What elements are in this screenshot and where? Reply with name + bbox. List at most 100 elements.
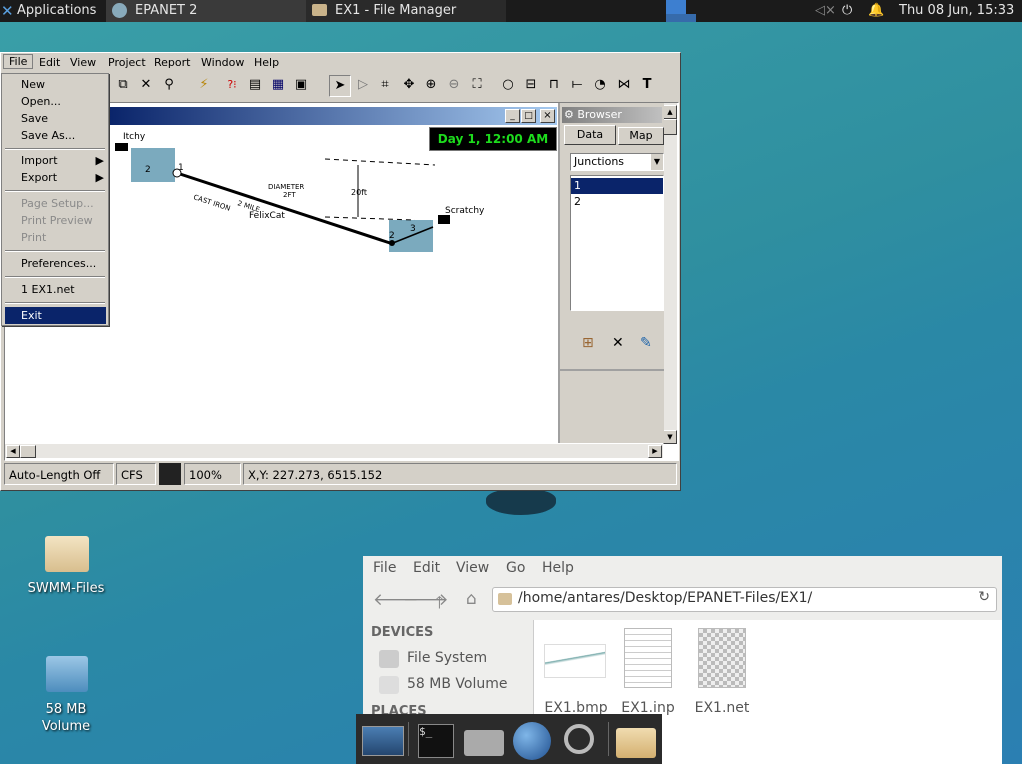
menu-item-import[interactable]: Import ▶ bbox=[5, 152, 106, 169]
search-magnifier-icon[interactable] bbox=[558, 720, 602, 760]
vertical-scrollbar[interactable]: ▲ ▼ bbox=[663, 103, 677, 444]
menu-item-save-as[interactable]: Save As... bbox=[5, 127, 106, 144]
options-icon[interactable]: ▣ bbox=[291, 75, 311, 95]
menu-project[interactable]: Project bbox=[108, 56, 146, 69]
select-vertex-icon[interactable]: ▷ bbox=[353, 75, 373, 95]
menu-item-save[interactable]: Save bbox=[5, 110, 106, 127]
menu-item-preferences[interactable]: Preferences... bbox=[5, 255, 106, 272]
menu-item-recent-file[interactable]: 1 EX1.net bbox=[5, 281, 106, 298]
add-object-icon[interactable]: ⊞ bbox=[582, 335, 594, 351]
delete-object-icon[interactable]: ✕ bbox=[612, 335, 624, 351]
workspace-switcher[interactable] bbox=[664, 0, 697, 22]
browser-tab-data[interactable]: Data bbox=[564, 125, 616, 145]
zoom-in-icon[interactable]: ⊕ bbox=[421, 75, 441, 95]
desktop-icon-volume[interactable]: 58 MB Volume bbox=[20, 652, 112, 736]
clock[interactable]: Thu 08 Jun, 15:33 bbox=[899, 0, 1014, 22]
select-region-icon[interactable]: ⌗ bbox=[375, 75, 395, 95]
hscroll-thumb[interactable] bbox=[20, 445, 36, 458]
folder-icon[interactable] bbox=[614, 720, 658, 760]
menu-item-print[interactable]: Print bbox=[5, 229, 106, 246]
add-pump-icon[interactable]: ◔ bbox=[590, 75, 610, 95]
add-reservoir-icon[interactable]: ⊟ bbox=[521, 75, 541, 95]
minimize-button[interactable]: _ bbox=[505, 109, 520, 123]
fm-menu-edit[interactable]: Edit bbox=[413, 556, 440, 580]
scroll-left-button[interactable]: ◀ bbox=[6, 445, 20, 458]
close-button[interactable]: × bbox=[540, 109, 555, 123]
terminal-icon[interactable]: $_ bbox=[414, 720, 458, 760]
fm-menu-file[interactable]: File bbox=[373, 556, 396, 580]
menu-item-print-preview[interactable]: Print Preview bbox=[5, 212, 106, 229]
copy-icon[interactable]: ⧉ bbox=[113, 75, 133, 95]
menu-item-open[interactable]: Open... bbox=[5, 93, 106, 110]
add-junction-icon[interactable]: ○ bbox=[498, 75, 518, 95]
menu-report[interactable]: Report bbox=[154, 56, 190, 69]
map-label-2ft: 2FT bbox=[283, 191, 296, 199]
find-binoculars-icon[interactable]: ⚲ bbox=[159, 75, 179, 95]
applications-menu[interactable]: ✕ Applications bbox=[0, 0, 106, 22]
menu-edit[interactable]: Edit bbox=[39, 56, 60, 69]
add-valve-icon[interactable]: ⋈ bbox=[614, 75, 634, 95]
sidebar-item-58mb-volume[interactable]: 58 MB Volume bbox=[379, 674, 529, 696]
file-item-ex1-bmp[interactable]: EX1.bmp bbox=[540, 626, 608, 716]
fm-menu-go[interactable]: Go bbox=[506, 556, 525, 580]
show-desktop-icon[interactable] bbox=[360, 720, 404, 760]
scroll-up-button[interactable]: ▲ bbox=[663, 105, 677, 119]
add-tank-icon[interactable]: ⊓ bbox=[544, 75, 564, 95]
list-item[interactable]: 1 bbox=[571, 178, 663, 194]
reload-icon[interactable]: ↻ bbox=[978, 589, 990, 605]
edit-object-icon[interactable]: ✎ bbox=[640, 335, 652, 351]
menu-view[interactable]: View bbox=[70, 56, 96, 69]
horizontal-scrollbar[interactable]: ◀ ▶ bbox=[5, 444, 663, 458]
taskbar-item-epanet[interactable]: EPANET 2 bbox=[106, 0, 306, 22]
reservoir-icon bbox=[115, 143, 128, 151]
pan-icon[interactable]: ✥ bbox=[399, 75, 419, 95]
network-map[interactable]: Itchy Scratchy FelixCat DIAMETER 2FT 20f… bbox=[115, 125, 555, 305]
dashed-top bbox=[324, 158, 436, 166]
menu-item-page-setup[interactable]: Page Setup... bbox=[5, 195, 106, 212]
full-extent-icon[interactable]: ⛶ bbox=[467, 75, 487, 95]
file-item-ex1-inp[interactable]: EX1.inp bbox=[620, 626, 684, 716]
delete-icon[interactable]: ✕ bbox=[136, 75, 156, 95]
home-folder-icon[interactable] bbox=[462, 720, 506, 760]
menu-item-export[interactable]: Export ▶ bbox=[5, 169, 106, 186]
browser-object-select[interactable]: Junctions ▼ bbox=[570, 153, 664, 171]
workspace-1 bbox=[666, 0, 686, 14]
scroll-thumb[interactable] bbox=[663, 119, 677, 135]
add-label-icon[interactable]: T bbox=[637, 75, 657, 95]
zoom-out-icon[interactable]: ⊖ bbox=[444, 75, 464, 95]
scroll-down-button[interactable]: ▼ bbox=[663, 430, 677, 444]
select-arrow-icon[interactable]: ➤ bbox=[329, 75, 351, 97]
table-icon[interactable]: ▦ bbox=[268, 75, 288, 95]
menu-file[interactable]: File bbox=[3, 54, 34, 69]
mute-icon[interactable]: ◁× bbox=[815, 0, 836, 22]
add-pipe-icon[interactable]: ⟝ bbox=[567, 75, 587, 95]
query-icon[interactable]: ?⁝ bbox=[222, 75, 242, 95]
graph-icon[interactable]: ▤ bbox=[245, 75, 265, 95]
scroll-right-button[interactable]: ▶ bbox=[648, 445, 662, 458]
fm-menu-view[interactable]: View bbox=[456, 556, 489, 580]
web-browser-globe-icon[interactable] bbox=[510, 720, 554, 760]
menu-item-exit[interactable]: Exit bbox=[5, 307, 106, 324]
status-autolength[interactable]: Auto-Length Off bbox=[4, 463, 114, 485]
workspace-2 bbox=[666, 14, 696, 22]
menu-item-new[interactable]: New bbox=[5, 76, 106, 93]
up-arrow-icon[interactable]: 🡑 bbox=[435, 590, 444, 619]
menu-separator bbox=[5, 276, 105, 278]
run-lightning-icon[interactable]: ⚡ bbox=[194, 75, 214, 95]
browser-item-list[interactable]: 1 2 bbox=[570, 175, 664, 311]
power-icon[interactable]: ⏻ bbox=[842, 0, 852, 22]
taskbar-item-file-manager[interactable]: EX1 - File Manager bbox=[306, 0, 506, 22]
list-item[interactable]: 2 bbox=[571, 194, 663, 210]
file-item-ex1-net[interactable]: EX1.net bbox=[694, 626, 758, 716]
fm-menu-help[interactable]: Help bbox=[542, 556, 574, 580]
browser-tab-map[interactable]: Map bbox=[618, 127, 664, 145]
dropdown-arrow-icon[interactable]: ▼ bbox=[651, 154, 663, 170]
sidebar-item-file-system[interactable]: File System bbox=[379, 648, 529, 670]
notification-bell-icon[interactable]: 🔔 bbox=[868, 0, 884, 22]
menu-window[interactable]: Window bbox=[201, 56, 244, 69]
home-icon[interactable]: ⌂ bbox=[466, 589, 477, 609]
location-bar[interactable]: /home/antares/Desktop/EPANET-Files/EX1/ … bbox=[492, 587, 997, 612]
desktop-icon-swmm-files[interactable]: SWMM-Files bbox=[20, 530, 112, 600]
maximize-button[interactable]: □ bbox=[521, 109, 536, 123]
menu-help[interactable]: Help bbox=[254, 56, 279, 69]
